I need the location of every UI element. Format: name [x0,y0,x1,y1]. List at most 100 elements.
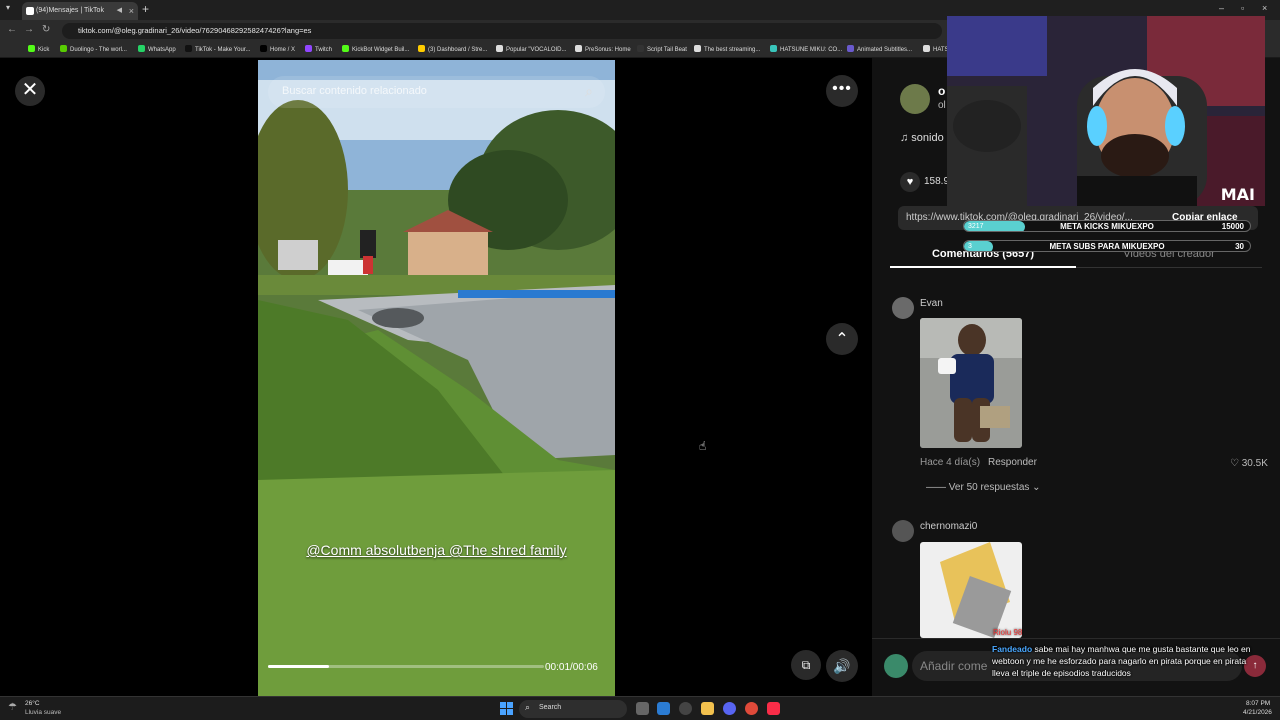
tiktok-favicon-icon [26,7,34,15]
tab-audio-icon[interactable]: ◀ [117,2,122,20]
related-search-field[interactable]: Buscar contenido relacionado ⌕ [268,76,605,108]
bookmark-label: Animated Subtitles... [857,47,913,53]
minimize-icon[interactable]: – [1219,3,1224,13]
tab-close-icon[interactable]: × [129,2,134,20]
bookmark-label: PreSonus: Home [585,47,631,53]
close-icon: ✕ [21,79,39,101]
reload-icon[interactable]: ↻ [42,24,50,35]
bookmark-item[interactable]: Animated Subtitles... [847,45,912,53]
music-app-icon[interactable] [767,702,780,715]
kicks-goal-label: META KICKS MIKUEXPO [1060,222,1154,231]
view-replies-button[interactable]: —— Ver 50 respuestas ⌄ [926,482,1041,493]
bookmark-item[interactable]: WhatsApp [138,45,176,53]
tab-title: (94)Mensajes | TikTok [36,7,104,14]
streamer-logo: MAI [1220,185,1255,204]
bookmark-item[interactable]: (3) Dashboard / Stre... [418,45,487,53]
webcam-frame [947,16,1265,206]
bookmark-label: Popular "VOCALOID... [506,47,567,53]
comment-photo [920,542,1022,638]
bookmark-item[interactable]: Twitch [305,45,332,53]
bookmark-label: WhatsApp [148,47,176,53]
captions-button[interactable]: ⧉ [791,650,821,680]
url-field[interactable]: tiktok.com/@oleg.gradinari_26/video/7629… [62,23,942,39]
like-count: 158.9 [924,176,950,187]
edge-icon[interactable] [657,702,670,715]
comment-photo [920,318,1022,448]
bookmark-item[interactable]: KickBot Widget Buil... [342,45,409,53]
task-view-icon[interactable] [636,702,649,715]
more-options-button[interactable]: ••• [826,75,858,107]
commenter-avatar[interactable] [892,520,914,542]
more-icon: ••• [832,80,852,97]
weather-rain-icon[interactable]: ☂ [8,702,17,713]
bookmark-item[interactable]: HATS [923,45,949,53]
bookmark-label: HATSUNE MIKU: CO... [780,47,843,53]
discord-icon[interactable] [723,702,736,715]
bookmark-favicon-icon [637,45,644,52]
bookmark-item[interactable]: Kick [28,45,49,53]
taskbar-search-box[interactable]: ⌕ Search [519,700,627,718]
back-icon[interactable]: ← [7,24,17,35]
bookmark-label: Kick [38,47,50,53]
close-button[interactable]: ✕ [15,76,45,106]
chat-message: Fandeado sabe mai hay manhwa que me gust… [992,643,1262,679]
bookmark-favicon-icon [496,45,503,52]
bookmark-item[interactable]: Home / X [260,45,295,53]
video-progress-bar[interactable] [268,665,544,668]
comment-image[interactable] [920,542,1022,638]
forward-icon[interactable]: → [24,24,34,35]
video-caption[interactable]: @Comm absolutbenja @The shred family [258,542,615,558]
bookmark-label: (3) Dashboard / Stre... [428,47,488,53]
related-search-placeholder: Buscar contenido relacionado [282,85,427,97]
commenter-name[interactable]: Evan [920,298,943,309]
commenter-name[interactable]: chernomazi0 [920,521,977,532]
file-explorer-icon[interactable] [701,702,714,715]
browser-tab[interactable]: (94)Mensajes | TikTok ◀ × [22,2,138,20]
comment-image[interactable] [920,318,1022,448]
window-close-icon[interactable]: × [1262,3,1267,13]
subs-goal-target: 30 [1235,242,1244,251]
author-avatar[interactable] [900,84,930,114]
settings-icon[interactable] [679,702,692,715]
music-link[interactable]: ♫ sonido [900,132,944,144]
bookmark-favicon-icon [847,45,854,52]
tab-search-icon[interactable]: ▾ [6,3,10,12]
bookmark-favicon-icon [305,45,312,52]
reply-button[interactable]: Responder [988,457,1037,468]
new-tab-button[interactable]: + [142,2,149,16]
chrome-icon[interactable] [745,702,758,715]
comment-input-placeholder: Añadir come [920,659,988,673]
search-icon[interactable]: ⌕ [585,83,593,100]
bookmark-item[interactable]: The best streaming... [694,45,760,53]
weather-description: Lluvia suave [25,709,62,716]
bookmark-item[interactable]: Duolingo - The worl... [60,45,127,53]
heart-icon[interactable]: ♥ [900,172,920,192]
bookmark-favicon-icon [28,45,35,52]
bookmark-label: TikTok - Make Your... [195,47,251,53]
bookmark-favicon-icon [60,45,67,52]
streamer-webcam: MAI [947,16,1265,206]
author-name[interactable]: o [938,84,945,98]
kicks-goal-target: 15000 [1221,222,1244,231]
comment-like-button[interactable]: ♡ 30.5K [1230,458,1268,469]
bookmark-label: Script Tail Beat [647,47,687,53]
commenter-avatar[interactable] [892,297,914,319]
bookmark-item[interactable]: TikTok - Make Your... [185,45,250,53]
bookmark-favicon-icon [575,45,582,52]
search-icon: ⌕ [525,702,531,712]
view-replies-label: Ver 50 respuestas [948,482,1030,493]
kicks-goal-bar: 3217 META KICKS MIKUEXPO 15000 [963,220,1251,232]
bookmark-item[interactable]: Popular "VOCALOID... [496,45,567,53]
bookmark-item[interactable]: PreSonus: Home [575,45,631,53]
taskbar-search-label: Search [539,704,562,711]
bookmark-item[interactable]: Script Tail Beat [637,45,687,53]
start-button[interactable] [500,702,513,715]
url-text: tiktok.com/@oleg.gradinari_26/video/7629… [78,26,312,35]
clock-date[interactable]: 4/21/2026 [1243,709,1272,716]
video-player[interactable]: Buscar contenido relacionado ⌕ @Comm abs… [258,60,615,696]
bookmark-item[interactable]: HATSUNE MIKU: CO... [770,45,842,53]
volume-button[interactable]: 🔊 [826,650,858,682]
clock-time[interactable]: 8:07 PM [1246,700,1270,707]
previous-video-button[interactable]: ⌃ [826,323,858,355]
maximize-icon[interactable]: ▫ [1241,3,1244,13]
